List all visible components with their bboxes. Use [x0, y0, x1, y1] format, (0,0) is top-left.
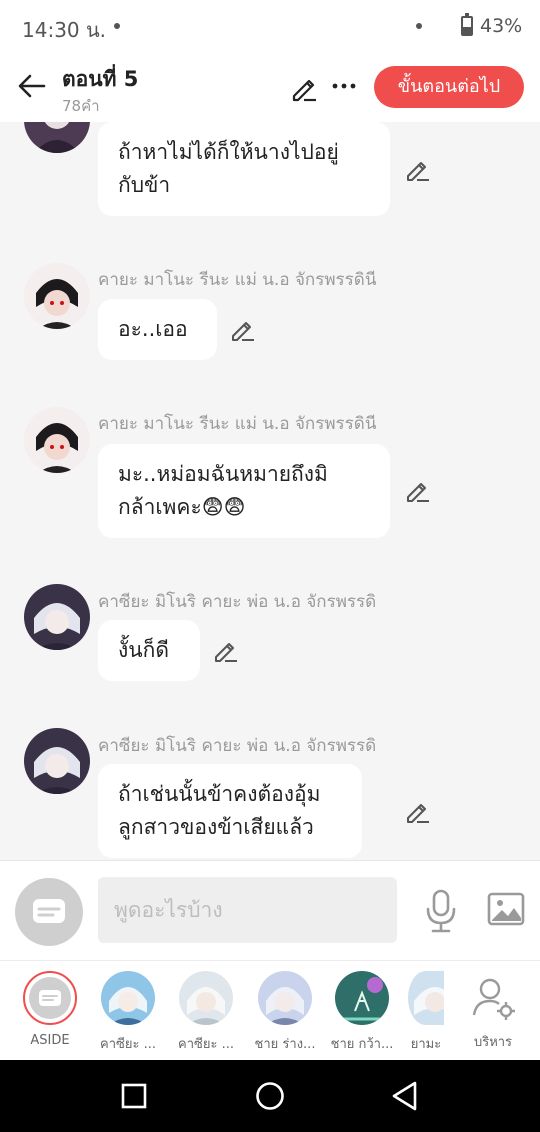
signal-dot-icon — [416, 23, 422, 29]
avatar[interactable] — [24, 728, 90, 794]
message-composer: พูดอะไรบ้าง — [0, 860, 540, 960]
chat-bubble-icon — [39, 990, 61, 1006]
character-bar: ASIDE คาซียะ ... คาซียะ ... ชาย ร่าง... … — [0, 960, 540, 1060]
edit-message-icon[interactable] — [404, 477, 432, 505]
character-avatar — [335, 971, 389, 1025]
character-label: บริหาร — [473, 1035, 513, 1050]
status-bar: 14:30 น. 43% — [0, 0, 540, 56]
message-text: มะ..หม่อมฉันหมายถึงมิ — [118, 462, 328, 486]
character-label: ยามะ — [410, 1037, 442, 1052]
home-icon[interactable] — [254, 1080, 286, 1112]
edit-message-icon[interactable] — [212, 637, 240, 665]
image-icon[interactable] — [487, 891, 525, 927]
top-bar: ตอนที่ 5 78คำ ขั้นตอนต่อไป — [0, 56, 540, 122]
back-icon[interactable] — [390, 1080, 420, 1112]
aside-avatar — [23, 971, 77, 1025]
next-step-button[interactable]: ขั้นตอนต่อไป — [374, 66, 524, 108]
battery-icon — [461, 13, 473, 36]
word-count: 78คำ — [62, 97, 100, 115]
chat-area[interactable]: ถ้าหาไม่ได้ก็ให้นางไปอยู่ กับข้า คายะ มา… — [0, 122, 540, 860]
sender-name: คายะ มาโนะ รีนะ แม่ น.อ จักรพรรดินี — [98, 270, 377, 290]
message-bubble[interactable]: อะ..เออ — [98, 299, 217, 360]
edit-title-icon[interactable] — [290, 74, 318, 102]
edit-message-icon[interactable] — [404, 156, 432, 184]
character-avatar — [408, 971, 444, 1025]
character-item[interactable]: คาซียะ ... — [93, 971, 163, 1054]
character-label: ชาย ร่าง... — [254, 1037, 316, 1052]
avatar[interactable] — [24, 584, 90, 650]
avatar[interactable] — [24, 122, 90, 153]
character-item[interactable]: ยามะ — [405, 971, 447, 1054]
message-bubble[interactable]: ถ้าเช่นนั้นข้าคงต้องอุ้ม ลูกสาวของข้าเสี… — [98, 764, 362, 858]
message-text: ลูกสาวของข้าเสียแล้ว — [118, 815, 314, 839]
message-bubble[interactable]: งั้นก็ดี — [98, 620, 200, 681]
message-text: งั้นก็ดี — [118, 638, 169, 662]
more-options-icon[interactable] — [330, 72, 358, 100]
message-input[interactable]: พูดอะไรบ้าง — [98, 877, 397, 943]
character-label: คาซียะ ... — [100, 1037, 156, 1052]
message-text: ถ้าหาไม่ได้ก็ให้นางไปอยู่ — [118, 140, 339, 164]
recents-icon[interactable] — [120, 1082, 148, 1110]
avatar[interactable] — [24, 407, 90, 473]
sender-name: คายะ มาโนะ รีนะ แม่ น.อ จักรพรรดินี — [98, 414, 377, 434]
battery-percent: 43% — [480, 15, 523, 37]
character-avatar — [179, 971, 233, 1025]
aside-toggle-button[interactable] — [15, 878, 83, 946]
character-avatar — [258, 971, 312, 1025]
microphone-icon[interactable] — [424, 889, 458, 933]
message-bubble[interactable]: มะ..หม่อมฉันหมายถึงมิ กล้าเพคะ😨😨 — [98, 444, 390, 538]
edit-message-icon[interactable] — [404, 798, 432, 826]
character-item[interactable]: ชาย ร่าง... — [250, 971, 320, 1054]
message-text: กล้าเพคะ😨😨 — [118, 495, 246, 519]
manage-characters-button[interactable]: บริหาร — [458, 971, 528, 1052]
episode-title: ตอนที่ 5 — [62, 67, 139, 91]
character-item[interactable]: คาซียะ ... — [171, 971, 241, 1054]
character-item[interactable]: ชาย กว้า... — [327, 971, 397, 1054]
sender-name: คาซียะ มิโนริ คายะ พ่อ น.อ จักรพรรดิ — [98, 736, 377, 756]
character-aside[interactable]: ASIDE — [15, 971, 85, 1048]
character-label: คาซียะ ... — [178, 1037, 234, 1052]
character-label: ASIDE — [30, 1033, 70, 1048]
back-arrow-icon[interactable] — [16, 70, 48, 102]
message-text: ถ้าเช่นนั้นข้าคงต้องอุ้ม — [118, 782, 321, 806]
message-text: กับข้า — [118, 173, 171, 197]
message-bubble[interactable]: ถ้าหาไม่ได้ก็ให้นางไปอยู่ กับข้า — [98, 122, 390, 216]
user-settings-icon — [472, 978, 515, 1020]
edit-message-icon[interactable] — [229, 316, 257, 344]
avatar[interactable] — [24, 263, 90, 329]
status-time: 14:30 น. — [22, 18, 107, 42]
message-text: อะ..เออ — [118, 317, 188, 341]
character-label: ชาย กว้า... — [330, 1037, 394, 1052]
character-avatar — [101, 971, 155, 1025]
sender-name: คาซียะ มิโนริ คายะ พ่อ น.อ จักรพรรดิ — [98, 592, 377, 612]
notification-dot-icon — [114, 23, 120, 29]
chat-bubble-icon — [33, 899, 65, 923]
system-nav-bar — [0, 1060, 540, 1132]
